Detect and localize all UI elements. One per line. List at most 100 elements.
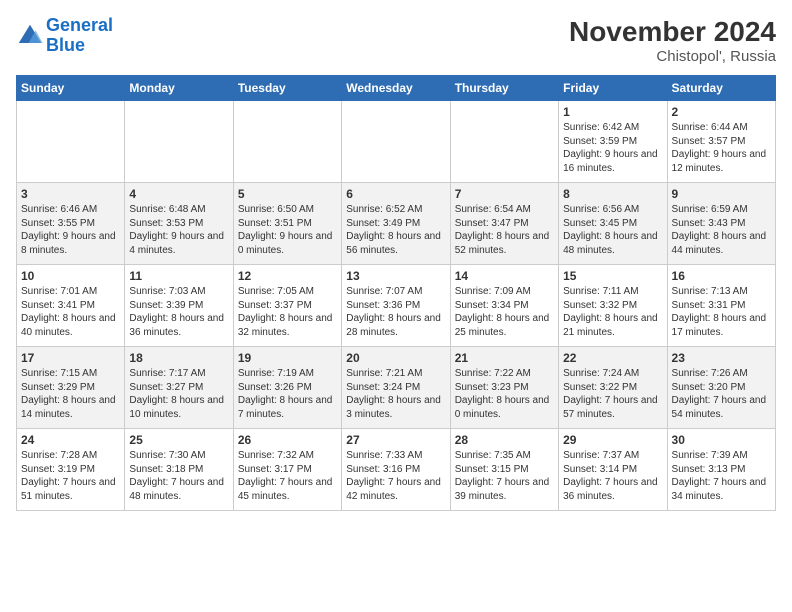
- title-block: November 2024 Chistopol', Russia: [569, 16, 776, 65]
- cell-info: Sunrise: 7:28 AM Sunset: 3:19 PM Dayligh…: [21, 449, 120, 503]
- cell-info: Sunrise: 7:07 AM Sunset: 3:36 PM Dayligh…: [346, 285, 445, 339]
- day-number: 11: [129, 269, 228, 283]
- cell-info: Sunrise: 6:52 AM Sunset: 3:49 PM Dayligh…: [346, 203, 445, 257]
- page: General Blue November 2024 Chistopol', R…: [0, 0, 792, 519]
- calendar-cell: 28 Sunrise: 7:35 AM Sunset: 3:15 PM Dayli…: [450, 429, 558, 511]
- col-saturday: Saturday: [667, 76, 775, 101]
- cell-info: Sunrise: 6:56 AM Sunset: 3:45 PM Dayligh…: [563, 203, 662, 257]
- calendar-cell: 26 Sunrise: 7:32 AM Sunset: 3:17 PM Dayli…: [233, 429, 341, 511]
- day-number: 28: [455, 433, 554, 447]
- day-number: 1: [563, 105, 662, 119]
- calendar-week-3: 10 Sunrise: 7:01 AM Sunset: 3:41 PM Dayli…: [17, 265, 776, 347]
- logo: General Blue: [16, 16, 113, 56]
- calendar-week-1: 1 Sunrise: 6:42 AM Sunset: 3:59 PM Daylig…: [17, 101, 776, 183]
- calendar-cell: 5Sunrise: 6:50 AM Sunset: 3:51 PM Daylig…: [233, 183, 341, 265]
- day-number: 22: [563, 351, 662, 365]
- col-tuesday: Tuesday: [233, 76, 341, 101]
- calendar-table: Sunday Monday Tuesday Wednesday Thursday…: [16, 75, 776, 511]
- calendar-cell: 22Sunrise: 7:24 AM Sunset: 3:22 PM Dayli…: [559, 347, 667, 429]
- day-number: 25: [129, 433, 228, 447]
- day-number: 3: [21, 187, 120, 201]
- header: General Blue November 2024 Chistopol', R…: [16, 16, 776, 65]
- calendar-cell: 4Sunrise: 6:48 AM Sunset: 3:53 PM Daylig…: [125, 183, 233, 265]
- cell-info: Sunrise: 7:39 AM Sunset: 3:13 PM Dayligh…: [672, 449, 771, 503]
- calendar-cell: [233, 101, 341, 183]
- calendar-cell: 17Sunrise: 7:15 AM Sunset: 3:29 PM Dayli…: [17, 347, 125, 429]
- logo-icon: [16, 22, 44, 50]
- cell-info: Sunrise: 6:50 AM Sunset: 3:51 PM Dayligh…: [238, 203, 337, 257]
- day-number: 13: [346, 269, 445, 283]
- col-thursday: Thursday: [450, 76, 558, 101]
- day-number: 8: [563, 187, 662, 201]
- calendar-cell: 18 Sunrise: 7:17 AM Sunset: 3:27 PM Dayli…: [125, 347, 233, 429]
- calendar-cell: 7 Sunrise: 6:54 AM Sunset: 3:47 PM Daylig…: [450, 183, 558, 265]
- calendar-week-4: 17Sunrise: 7:15 AM Sunset: 3:29 PM Dayli…: [17, 347, 776, 429]
- day-number: 30: [672, 433, 771, 447]
- header-row: Sunday Monday Tuesday Wednesday Thursday…: [17, 76, 776, 101]
- cell-info: Sunrise: 6:59 AM Sunset: 3:43 PM Dayligh…: [672, 203, 771, 257]
- cell-info: Sunrise: 7:33 AM Sunset: 3:16 PM Dayligh…: [346, 449, 445, 503]
- day-number: 18: [129, 351, 228, 365]
- cell-info: Sunrise: 7:17 AM Sunset: 3:27 PM Dayligh…: [129, 367, 228, 421]
- day-number: 10: [21, 269, 120, 283]
- calendar-cell: 13 Sunrise: 7:07 AM Sunset: 3:36 PM Dayli…: [342, 265, 450, 347]
- calendar-cell: 15Sunrise: 7:11 AM Sunset: 3:32 PM Dayli…: [559, 265, 667, 347]
- cell-info: Sunrise: 7:15 AM Sunset: 3:29 PM Dayligh…: [21, 367, 120, 421]
- calendar-cell: [17, 101, 125, 183]
- col-friday: Friday: [559, 76, 667, 101]
- day-number: 24: [21, 433, 120, 447]
- day-number: 6: [346, 187, 445, 201]
- day-number: 23: [672, 351, 771, 365]
- month-title: November 2024: [569, 16, 776, 48]
- calendar-cell: 30 Sunrise: 7:39 AM Sunset: 3:13 PM Dayli…: [667, 429, 775, 511]
- cell-info: Sunrise: 7:26 AM Sunset: 3:20 PM Dayligh…: [672, 367, 771, 421]
- calendar-cell: 27 Sunrise: 7:33 AM Sunset: 3:16 PM Dayli…: [342, 429, 450, 511]
- calendar-cell: 25 Sunrise: 7:30 AM Sunset: 3:18 PM Dayli…: [125, 429, 233, 511]
- calendar-week-2: 3 Sunrise: 6:46 AM Sunset: 3:55 PM Daylig…: [17, 183, 776, 265]
- day-number: 16: [672, 269, 771, 283]
- col-wednesday: Wednesday: [342, 76, 450, 101]
- cell-info: Sunrise: 7:03 AM Sunset: 3:39 PM Dayligh…: [129, 285, 228, 339]
- calendar-cell: 6 Sunrise: 6:52 AM Sunset: 3:49 PM Daylig…: [342, 183, 450, 265]
- cell-info: Sunrise: 7:37 AM Sunset: 3:14 PM Dayligh…: [563, 449, 662, 503]
- calendar-week-5: 24 Sunrise: 7:28 AM Sunset: 3:19 PM Dayli…: [17, 429, 776, 511]
- calendar-cell: 21Sunrise: 7:22 AM Sunset: 3:23 PM Dayli…: [450, 347, 558, 429]
- col-monday: Monday: [125, 76, 233, 101]
- calendar-cell: [450, 101, 558, 183]
- calendar-cell: 1 Sunrise: 6:42 AM Sunset: 3:59 PM Daylig…: [559, 101, 667, 183]
- logo-text: General Blue: [46, 16, 113, 56]
- cell-info: Sunrise: 7:19 AM Sunset: 3:26 PM Dayligh…: [238, 367, 337, 421]
- cell-info: Sunrise: 7:22 AM Sunset: 3:23 PM Dayligh…: [455, 367, 554, 421]
- calendar-cell: [342, 101, 450, 183]
- calendar-cell: 8 Sunrise: 6:56 AM Sunset: 3:45 PM Daylig…: [559, 183, 667, 265]
- day-number: 9: [672, 187, 771, 201]
- cell-info: Sunrise: 7:32 AM Sunset: 3:17 PM Dayligh…: [238, 449, 337, 503]
- cell-info: Sunrise: 7:13 AM Sunset: 3:31 PM Dayligh…: [672, 285, 771, 339]
- col-sunday: Sunday: [17, 76, 125, 101]
- location: Chistopol', Russia: [569, 48, 776, 65]
- calendar-cell: 11 Sunrise: 7:03 AM Sunset: 3:39 PM Dayli…: [125, 265, 233, 347]
- day-number: 27: [346, 433, 445, 447]
- day-number: 29: [563, 433, 662, 447]
- day-number: 7: [455, 187, 554, 201]
- cell-info: Sunrise: 6:54 AM Sunset: 3:47 PM Dayligh…: [455, 203, 554, 257]
- cell-info: Sunrise: 7:35 AM Sunset: 3:15 PM Dayligh…: [455, 449, 554, 503]
- calendar-cell: 19Sunrise: 7:19 AM Sunset: 3:26 PM Dayli…: [233, 347, 341, 429]
- calendar-cell: 20Sunrise: 7:21 AM Sunset: 3:24 PM Dayli…: [342, 347, 450, 429]
- cell-info: Sunrise: 7:30 AM Sunset: 3:18 PM Dayligh…: [129, 449, 228, 503]
- day-number: 12: [238, 269, 337, 283]
- cell-info: Sunrise: 6:48 AM Sunset: 3:53 PM Dayligh…: [129, 203, 228, 257]
- cell-info: Sunrise: 6:42 AM Sunset: 3:59 PM Dayligh…: [563, 121, 662, 175]
- calendar-cell: [125, 101, 233, 183]
- calendar-cell: 14Sunrise: 7:09 AM Sunset: 3:34 PM Dayli…: [450, 265, 558, 347]
- cell-info: Sunrise: 6:46 AM Sunset: 3:55 PM Dayligh…: [21, 203, 120, 257]
- cell-info: Sunrise: 7:01 AM Sunset: 3:41 PM Dayligh…: [21, 285, 120, 339]
- calendar-cell: 12 Sunrise: 7:05 AM Sunset: 3:37 PM Dayli…: [233, 265, 341, 347]
- calendar-cell: 23 Sunrise: 7:26 AM Sunset: 3:20 PM Dayli…: [667, 347, 775, 429]
- cell-info: Sunrise: 7:09 AM Sunset: 3:34 PM Dayligh…: [455, 285, 554, 339]
- calendar-cell: 10 Sunrise: 7:01 AM Sunset: 3:41 PM Dayli…: [17, 265, 125, 347]
- cell-info: Sunrise: 7:05 AM Sunset: 3:37 PM Dayligh…: [238, 285, 337, 339]
- cell-info: Sunrise: 7:21 AM Sunset: 3:24 PM Dayligh…: [346, 367, 445, 421]
- day-number: 26: [238, 433, 337, 447]
- calendar-cell: 9 Sunrise: 6:59 AM Sunset: 3:43 PM Daylig…: [667, 183, 775, 265]
